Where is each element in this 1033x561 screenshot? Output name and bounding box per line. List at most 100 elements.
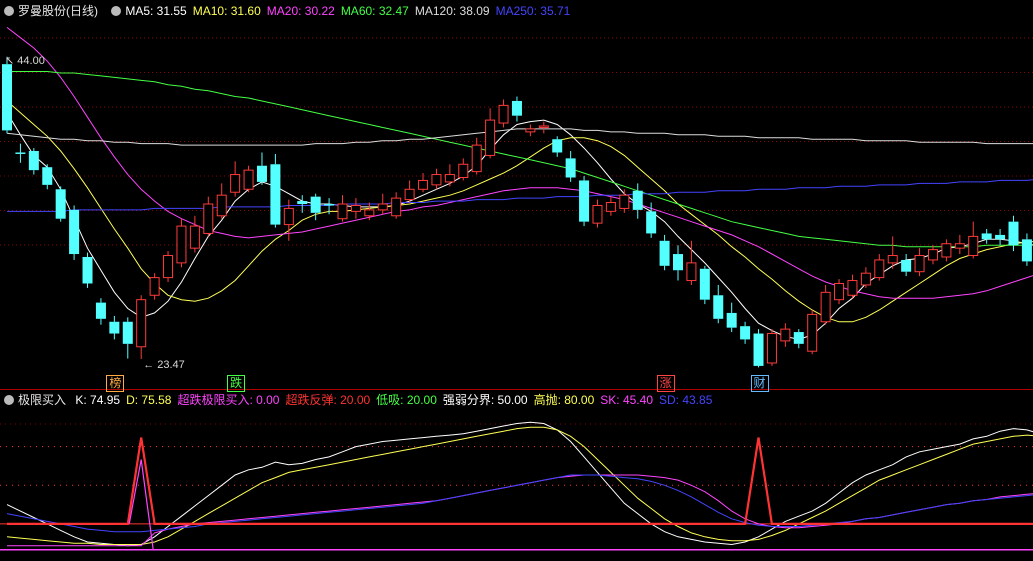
candle-down [646,211,657,234]
candle-up [498,104,509,124]
candle-up [189,225,200,249]
candle-down [310,196,321,213]
candle-up [364,209,375,217]
candle-down [579,180,590,222]
indicator-legend-item: 高抛: 80.00 [533,393,595,407]
candle-down [1021,239,1032,262]
ma-legend-item: MA120: 38.09 [414,4,490,18]
candle-up [847,280,858,296]
candle-up [874,259,885,279]
signal-marker: 跌 [227,375,246,392]
main-grid [0,37,1033,390]
indicator-legend-item: 超跌极限买入: 0.00 [177,393,280,407]
candle-up [230,174,241,193]
candle-up [444,174,455,183]
ma-legend-item: MA10: 31.60 [192,4,261,18]
ma-legend-item: MA250: 35.71 [495,4,571,18]
indicator-line-SK [7,474,1033,547]
candlesticks [2,56,1032,368]
candle-up [686,262,697,282]
indicator-lines [6,421,1033,550]
candle-up [243,169,254,190]
indicator-line-D [6,426,1033,545]
candle-down [82,256,93,284]
ma-legend-item: MA20: 30.22 [266,4,335,18]
candle-down [552,139,563,153]
candle-up [176,225,187,264]
indicator-settings-icon[interactable] [111,6,122,16]
indicator-title: 极限买入 [18,393,67,407]
candle-up [619,194,630,209]
ma-legend: MA5: 31.55 MA10: 31.60 MA20: 30.22 MA60: 32… [125,4,576,18]
stock-title: 罗曼股份(日线) [18,4,98,18]
candle-up [458,163,469,179]
candle-down [1008,221,1019,246]
signal-marker: 涨 [656,375,675,392]
candle-down [28,151,39,171]
candle-down [511,100,522,116]
ma60-line [7,71,1033,248]
candle-down [740,326,751,340]
candle-down [659,240,670,266]
candle-down [42,167,53,185]
candle-up [431,174,442,186]
indicator-settings-icon[interactable] [4,395,14,405]
candle-up [834,282,845,301]
ma10-line [6,100,1033,323]
sk-spike [128,459,154,550]
candle-down [324,204,335,206]
candle-up [592,204,603,224]
candle-down [713,295,724,319]
indicator-legend-item: 强弱分界: 50.00 [442,393,528,407]
candle-up [203,203,214,234]
candle-down [15,152,26,154]
candle-down [753,333,764,366]
candle-up [337,203,348,220]
indicator-legend-item: SD: 43.85 [659,393,713,407]
candle-up [780,328,791,342]
candle-up [163,255,174,279]
candle-down [673,254,683,271]
candle-down [122,321,133,344]
indicator-legend-item: 超跌反弹: 20.00 [285,393,371,407]
low-price-label: ← 23.47 [143,359,185,371]
candle-up [525,128,536,133]
candle-down [2,64,12,131]
candle-down [95,302,106,319]
candle-up [860,272,871,286]
candle-up [149,277,160,296]
candle-up [136,299,147,348]
candle-down [69,209,80,255]
main-chart-header: 罗曼股份(日线) MA5: 31.55 MA10: 31.60 MA20: 30.2… [0,2,1033,20]
indicator-legend-item: K: 74.95 [75,393,121,407]
ma-legend-item: MA5: 31.55 [125,4,187,18]
indicator-legend-item: SK: 45.40 [600,393,653,407]
ma-legend-item: MA60: 32.47 [340,4,409,18]
candle-down [901,259,912,272]
candle-down [793,332,804,344]
candle-up [927,249,938,261]
candle-up [807,313,818,352]
candle-down [632,190,643,210]
settings-icon[interactable] [4,6,14,16]
candle-up [820,291,831,323]
candle-down [981,233,992,240]
candle-up [485,119,496,156]
candle-down [565,158,576,178]
candle-up [350,204,361,212]
candle-down [256,165,267,182]
indicator-legend: K: 74.95 D: 75.58 超跌极限买入: 0.00 超跌反弹: 20.00 低… [75,393,718,407]
candle-up [418,179,429,190]
candle-up [605,202,616,212]
candle-up [968,235,979,257]
candle-down [109,321,120,334]
candle-down [726,312,737,328]
candle-up [471,144,482,173]
candle-down [297,201,308,204]
chart-stage [0,27,1033,551]
indicator-line-K [6,421,1033,547]
candle-up [954,243,965,249]
candle-down [995,234,1006,240]
candle-up [887,255,898,264]
signal-marker: 榜 [106,375,125,392]
